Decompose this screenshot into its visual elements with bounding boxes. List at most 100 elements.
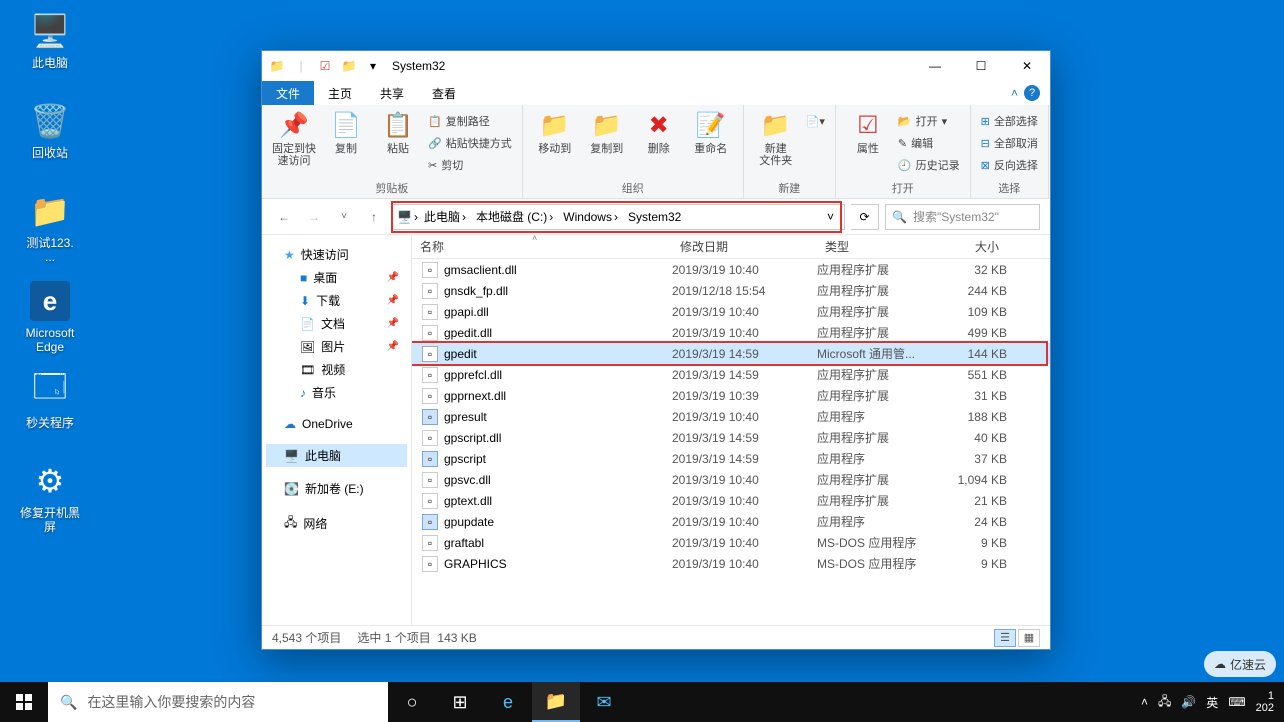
nav-network[interactable]: 🖧网络 (266, 510, 407, 537)
nav-documents[interactable]: 📄文档📌 (266, 312, 407, 335)
recent-dropdown[interactable]: ˅ (332, 205, 356, 229)
tab-share[interactable]: 共享 (366, 81, 418, 105)
qat-properties-icon[interactable]: ☑ (316, 57, 334, 75)
newfolder-button[interactable]: 📁新建 文件夹 (752, 109, 800, 167)
pin-button[interactable]: 📌固定到快 速访问 (270, 109, 318, 167)
breadcrumb-seg[interactable]: System32 (624, 210, 685, 224)
breadcrumb-seg[interactable]: 本地磁盘 (C:)› (472, 208, 557, 225)
nav-pictures[interactable]: 🖼图片📌 (266, 335, 407, 358)
copyto-button[interactable]: 📁复制到 (583, 109, 631, 155)
file-row[interactable]: ▫gpedit.dll2019/3/19 10:40应用程序扩展499 KB (412, 322, 1050, 343)
selectnone-button[interactable]: ⊟全部取消 (979, 133, 1040, 153)
open-button[interactable]: 📂打开▾ (896, 111, 962, 131)
help-icon[interactable]: ? (1024, 85, 1040, 101)
copy-button[interactable]: 📄复制 (322, 109, 370, 155)
file-row[interactable]: ▫gpprnext.dll2019/3/19 10:39应用程序扩展31 KB (412, 385, 1050, 406)
invert-button[interactable]: ⊠反向选择 (979, 155, 1040, 175)
taskview-button[interactable]: ⊞ (436, 682, 484, 722)
breadcrumb-seg[interactable]: Windows› (559, 210, 622, 224)
cortana-button[interactable]: ○ (388, 682, 436, 722)
file-row[interactable]: ▫graftabl2019/3/19 10:40MS-DOS 应用程序9 KB (412, 532, 1050, 553)
history-button[interactable]: 🕘历史记录 (896, 155, 962, 175)
file-row[interactable]: ▫gnsdk_fp.dll2019/12/18 15:54应用程序扩展244 K… (412, 280, 1050, 301)
file-row[interactable]: ▫gpscript2019/3/19 14:59应用程序37 KB (412, 448, 1050, 469)
ribbon-collapse-icon[interactable]: ˄ (1011, 86, 1018, 100)
desktop-secproc[interactable]: 🗔秒关程序 (12, 370, 88, 430)
qat-dropdown-icon[interactable]: ▾ (364, 57, 382, 75)
desktop-fixboot[interactable]: ⚙修复开机黑 屏 (12, 460, 88, 535)
tab-file[interactable]: 文件 (262, 81, 314, 105)
paste-button[interactable]: 📋粘贴 (374, 109, 422, 155)
col-date[interactable]: 修改日期 (672, 238, 817, 255)
view-large-button[interactable]: ▦ (1018, 629, 1040, 647)
close-button[interactable]: ✕ (1004, 51, 1050, 81)
desktop-thispc[interactable]: 🖥️此电脑 (12, 10, 88, 70)
file-row[interactable]: ▫gpupdate2019/3/19 10:40应用程序24 KB (412, 511, 1050, 532)
explorer-button[interactable]: 📁 (532, 682, 580, 722)
nav-newvol[interactable]: 💽新加卷 (E:) (266, 477, 407, 500)
file-row[interactable]: ▫GRAPHICS2019/3/19 10:40MS-DOS 应用程序9 KB (412, 553, 1050, 574)
rename-button[interactable]: 📝重命名 (687, 109, 735, 155)
file-row[interactable]: ▫gptext.dll2019/3/19 10:40应用程序扩展21 KB (412, 490, 1050, 511)
file-row[interactable]: ▫gpresult2019/3/19 10:40应用程序188 KB (412, 406, 1050, 427)
col-type[interactable]: 类型 (817, 238, 937, 255)
chevron-icon[interactable]: › (414, 210, 418, 224)
taskbar-search[interactable]: 🔍在这里输入你要搜索的内容 (48, 682, 388, 722)
breadcrumb-seg[interactable]: 此电脑› (420, 208, 470, 225)
edit-button[interactable]: ✎编辑 (896, 133, 962, 153)
desktop-recycle[interactable]: 🗑️回收站 (12, 100, 88, 160)
tab-home[interactable]: 主页 (314, 81, 366, 105)
view-details-button[interactable]: ☰ (994, 629, 1016, 647)
file-row[interactable]: ▫gpapi.dll2019/3/19 10:40应用程序扩展109 KB (412, 301, 1050, 322)
newitem-button[interactable]: 📄▾ (804, 111, 827, 131)
network-icon[interactable]: 🖧 (1158, 692, 1171, 713)
desktop-test[interactable]: 📁测试123. ... (12, 190, 88, 265)
system-tray[interactable]: ˄ 🖧 🔊 英 ⌨ 1202 (1131, 690, 1284, 714)
column-headers[interactable]: ˄ 名称 修改日期 类型 大小 (412, 235, 1050, 259)
qat-newfolder-icon[interactable]: 📁 (340, 57, 358, 75)
titlebar[interactable]: 📁 | ☑ 📁 ▾ System32 — ☐ ✕ (262, 51, 1050, 81)
nav-videos[interactable]: 🎞视频 (266, 358, 407, 381)
ime-icon[interactable]: ⌨ (1228, 695, 1245, 709)
nav-desktop[interactable]: ■桌面📌 (266, 266, 407, 289)
delete-button[interactable]: ✖删除 (635, 109, 683, 155)
file-row[interactable]: ▫gpedit2019/3/19 14:59Microsoft 通用管...14… (412, 343, 1050, 364)
col-name[interactable]: 名称 (412, 238, 672, 255)
pasteshortcut-button[interactable]: 🔗粘贴快捷方式 (426, 133, 514, 153)
volume-icon[interactable]: 🔊 (1181, 695, 1196, 709)
desktop-edge[interactable]: eMicrosoft Edge (12, 280, 88, 355)
tab-view[interactable]: 查看 (418, 81, 470, 105)
search-input[interactable]: 🔍搜索"System32" (885, 204, 1040, 230)
start-button[interactable] (0, 682, 48, 722)
moveto-button[interactable]: 📁移动到 (531, 109, 579, 155)
copypath-button[interactable]: 📋复制路径 (426, 111, 514, 131)
file-row[interactable]: ▫gpscript.dll2019/3/19 14:59应用程序扩展40 KB (412, 427, 1050, 448)
nav-onedrive[interactable]: ☁OneDrive (266, 414, 407, 434)
breadcrumb-dropdown[interactable]: ˅ (821, 210, 840, 224)
edge-button[interactable]: e (484, 682, 532, 722)
breadcrumb[interactable]: 🖥️› 此电脑› 本地磁盘 (C:)› Windows› System32 ˅ (392, 204, 845, 230)
clock[interactable]: 1202 (1256, 690, 1274, 714)
nav-thispc[interactable]: 🖥️此电脑 (266, 444, 407, 467)
forward-button[interactable]: → (302, 205, 326, 229)
cut-button[interactable]: ✂剪切 (426, 155, 514, 175)
file-row[interactable]: ▫gpsvc.dll2019/3/19 10:40应用程序扩展1,094 KB (412, 469, 1050, 490)
selectall-button[interactable]: ⊞全部选择 (979, 111, 1040, 131)
tray-chevron-icon[interactable]: ˄ (1141, 695, 1148, 709)
properties-button[interactable]: ☑属性 (844, 109, 892, 155)
up-button[interactable]: ↑ (362, 205, 386, 229)
minimize-button[interactable]: — (912, 51, 958, 81)
nav-music[interactable]: ♪音乐 (266, 381, 407, 404)
file-row[interactable]: ▫gmsaclient.dll2019/3/19 10:40应用程序扩展32 K… (412, 259, 1050, 280)
ime-indicator[interactable]: 英 (1206, 694, 1218, 711)
nav-downloads[interactable]: ⬇下载📌 (266, 289, 407, 312)
file-size: 37 KB (937, 452, 1007, 466)
file-row[interactable]: ▫gpprefcl.dll2019/3/19 14:59应用程序扩展551 KB (412, 364, 1050, 385)
file-rows[interactable]: ▫gmsaclient.dll2019/3/19 10:40应用程序扩展32 K… (412, 259, 1050, 625)
back-button[interactable]: ← (272, 205, 296, 229)
mail-button[interactable]: ✉ (580, 682, 628, 722)
refresh-button[interactable]: ⟳ (851, 204, 879, 230)
col-size[interactable]: 大小 (937, 238, 1007, 255)
maximize-button[interactable]: ☐ (958, 51, 1004, 81)
nav-quick[interactable]: ★快速访问 (266, 243, 407, 266)
